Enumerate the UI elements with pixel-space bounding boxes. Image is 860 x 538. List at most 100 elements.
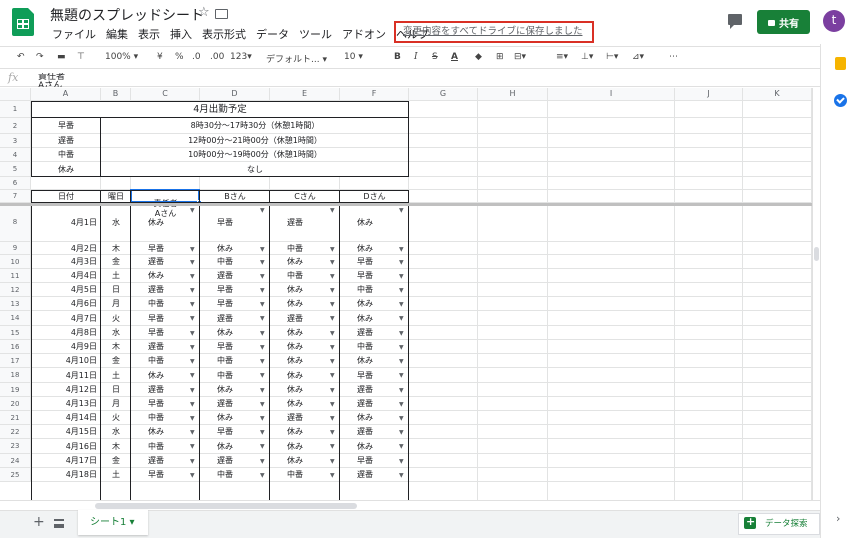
menu-item-7[interactable]: アドオン	[337, 26, 391, 42]
dropdown-arrow-icon[interactable]: ▼	[330, 273, 335, 280]
weekday-cell[interactable]: 金	[101, 255, 131, 269]
dropdown-arrow-icon[interactable]: ▼	[330, 443, 335, 450]
dropdown-arrow-icon[interactable]: ▼	[260, 207, 265, 214]
fill-color-icon[interactable]: ◆	[475, 52, 482, 62]
dropdown-arrow-icon[interactable]: ▼	[190, 458, 195, 465]
dropdown-arrow-icon[interactable]: ▼	[330, 415, 335, 422]
legend-shift-time[interactable]: 12時00分～21時00分（休憩1時間）	[101, 134, 409, 148]
dropdown-arrow-icon[interactable]: ▼	[330, 330, 335, 337]
document-title[interactable]: 無題のスプレッドシート	[50, 5, 204, 25]
dropdown-arrow-icon[interactable]: ▼	[260, 330, 265, 337]
row-header-13[interactable]: 13	[0, 297, 31, 311]
increase-decimal-button[interactable]: .00	[210, 52, 224, 62]
share-button[interactable]: 共有	[757, 10, 810, 34]
weekday-cell[interactable]: 土	[101, 468, 131, 482]
dropdown-arrow-icon[interactable]: ▼	[399, 372, 404, 379]
dropdown-arrow-icon[interactable]: ▼	[260, 429, 265, 436]
font-size-select[interactable]: 10 ▾	[344, 52, 363, 62]
column-header-K[interactable]: K	[743, 88, 812, 101]
date-cell[interactable]: 4月14日	[31, 411, 97, 425]
weekday-cell[interactable]: 月	[101, 397, 131, 411]
date-cell[interactable]: 4月9日	[31, 340, 97, 354]
dropdown-arrow-icon[interactable]: ▼	[190, 315, 195, 322]
dropdown-arrow-icon[interactable]: ▼	[190, 246, 195, 253]
date-cell[interactable]: 4月15日	[31, 425, 97, 439]
star-icon[interactable]: ☆	[198, 5, 210, 20]
frozen-rows-divider[interactable]	[0, 203, 812, 206]
row-header-3[interactable]: 3	[0, 134, 31, 148]
dropdown-arrow-icon[interactable]: ▼	[260, 472, 265, 479]
dropdown-arrow-icon[interactable]: ▼	[399, 330, 404, 337]
formula-input[interactable]: 責任者 Aさん	[38, 73, 65, 87]
row-header-2[interactable]: 2	[0, 118, 31, 134]
date-cell[interactable]: 4月4日	[31, 269, 97, 283]
weekday-cell[interactable]: 日	[101, 383, 131, 397]
dropdown-arrow-icon[interactable]: ▼	[330, 207, 335, 214]
row-header-11[interactable]: 11	[0, 269, 31, 283]
zoom-select[interactable]: 100% ▾	[105, 52, 138, 62]
row-header-17[interactable]: 17	[0, 354, 31, 368]
row-header-18[interactable]: 18	[0, 368, 31, 383]
row-header-15[interactable]: 15	[0, 326, 31, 340]
dropdown-arrow-icon[interactable]: ▼	[260, 387, 265, 394]
dropdown-arrow-icon[interactable]: ▼	[260, 372, 265, 379]
date-cell[interactable]: 4月16日	[31, 439, 97, 454]
vertical-scrollbar[interactable]	[812, 88, 820, 500]
dropdown-arrow-icon[interactable]: ▼	[190, 207, 195, 214]
dropdown-arrow-icon[interactable]: ▼	[330, 344, 335, 351]
dropdown-arrow-icon[interactable]: ▼	[399, 344, 404, 351]
dropdown-arrow-icon[interactable]: ▼	[399, 259, 404, 266]
row-header-5[interactable]: 5	[0, 162, 31, 177]
dropdown-arrow-icon[interactable]: ▼	[399, 472, 404, 479]
italic-button[interactable]: I	[414, 52, 418, 62]
print-icon[interactable]: ▬	[57, 52, 66, 62]
row-header-19[interactable]: 19	[0, 383, 31, 397]
weekday-cell[interactable]: 日	[101, 283, 131, 297]
dropdown-arrow-icon[interactable]: ▼	[330, 401, 335, 408]
dropdown-arrow-icon[interactable]: ▼	[260, 259, 265, 266]
dropdown-arrow-icon[interactable]: ▼	[260, 246, 265, 253]
column-header-B[interactable]: B	[101, 88, 131, 101]
row-header-23[interactable]: 23	[0, 439, 31, 454]
dropdown-arrow-icon[interactable]: ▼	[260, 458, 265, 465]
date-cell[interactable]: 4月5日	[31, 283, 97, 297]
dropdown-arrow-icon[interactable]: ▼	[330, 287, 335, 294]
row-header-9[interactable]: 9	[0, 242, 31, 255]
dropdown-arrow-icon[interactable]: ▼	[399, 273, 404, 280]
dropdown-arrow-icon[interactable]: ▼	[190, 387, 195, 394]
dropdown-arrow-icon[interactable]: ▼	[330, 358, 335, 365]
keep-icon[interactable]	[835, 57, 846, 70]
vertical-align-icon[interactable]: ⊥▾	[581, 52, 593, 62]
menu-item-4[interactable]: 表示形式	[197, 26, 251, 42]
weekday-cell[interactable]: 木	[101, 340, 131, 354]
row-header-4[interactable]: 4	[0, 148, 31, 162]
weekday-cell[interactable]: 火	[101, 311, 131, 326]
paint-format-icon[interactable]: ⊤	[77, 52, 85, 62]
date-cell[interactable]: 4月7日	[31, 311, 97, 326]
dropdown-arrow-icon[interactable]: ▼	[399, 387, 404, 394]
horizontal-scroll-thumb[interactable]	[95, 503, 357, 509]
column-header-J[interactable]: J	[675, 88, 743, 101]
more-formats-button[interactable]: 123▾	[230, 52, 252, 62]
date-cell[interactable]: 4月12日	[31, 383, 97, 397]
schedule-title[interactable]: 4月出勤予定	[31, 101, 409, 118]
dropdown-arrow-icon[interactable]: ▼	[190, 259, 195, 266]
date-cell[interactable]: 4月11日	[31, 368, 97, 383]
sheet-tab[interactable]: シート1 ▾	[78, 510, 148, 535]
dropdown-arrow-icon[interactable]: ▼	[330, 246, 335, 253]
date-cell[interactable]: 4月6日	[31, 297, 97, 311]
dropdown-arrow-icon[interactable]: ▼	[399, 429, 404, 436]
weekday-cell[interactable]: 木	[101, 242, 131, 255]
legend-shift-name[interactable]: 休み	[31, 162, 101, 177]
row-header-6[interactable]: 6	[0, 177, 31, 190]
dropdown-arrow-icon[interactable]: ▼	[260, 273, 265, 280]
legend-shift-time[interactable]: なし	[101, 162, 409, 177]
dropdown-arrow-icon[interactable]: ▼	[330, 315, 335, 322]
legend-shift-time[interactable]: 10時00分～19時00分（休憩1時間）	[101, 148, 409, 162]
undo-icon[interactable]: ↶	[17, 52, 25, 62]
dropdown-arrow-icon[interactable]: ▼	[190, 401, 195, 408]
expand-panel-icon[interactable]: ›	[836, 512, 840, 525]
menu-item-3[interactable]: 挿入	[165, 26, 197, 42]
merge-cells-icon[interactable]: ⊟▾	[514, 52, 526, 62]
weekday-cell[interactable]: 土	[101, 368, 131, 383]
